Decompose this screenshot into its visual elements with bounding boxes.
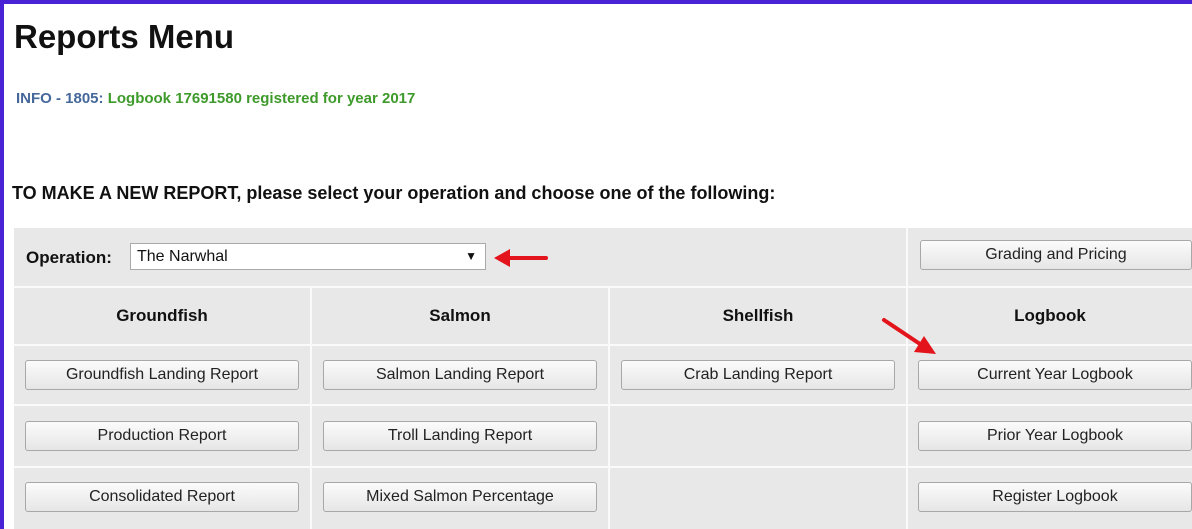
salmon-landing-report-button[interactable]: Salmon Landing Report bbox=[323, 360, 597, 390]
prior-year-logbook-button[interactable]: Prior Year Logbook bbox=[918, 421, 1192, 451]
header-salmon: Salmon bbox=[429, 306, 491, 325]
report-grid: Operation: The Narwhal ▼ Grading and Pri… bbox=[14, 228, 1192, 529]
cell: Groundfish Landing Report bbox=[14, 346, 310, 404]
production-report-button[interactable]: Production Report bbox=[25, 421, 299, 451]
info-text: Logbook 17691580 registered for year 201… bbox=[107, 90, 416, 107]
cell: Mixed Salmon Percentage bbox=[312, 468, 608, 526]
groundfish-landing-report-button[interactable]: Groundfish Landing Report bbox=[25, 360, 299, 390]
page-title: Reports Menu bbox=[14, 18, 235, 55]
current-year-logbook-button[interactable]: Current Year Logbook bbox=[918, 360, 1192, 390]
operation-label: Operation: bbox=[26, 248, 112, 267]
grading-pricing-button[interactable]: Grading and Pricing bbox=[920, 240, 1192, 270]
operation-select[interactable]: The Narwhal ▼ bbox=[130, 243, 486, 270]
header-groundfish: Groundfish bbox=[116, 306, 208, 325]
instruction-text: TO MAKE A NEW REPORT, please select your… bbox=[12, 183, 776, 203]
header-logbook: Logbook bbox=[1014, 306, 1086, 325]
cell: Troll Landing Report bbox=[312, 406, 608, 466]
cell: Consolidated Report bbox=[14, 468, 310, 526]
annotation-arrow-icon bbox=[882, 318, 936, 354]
register-logbook-button[interactable]: Register Logbook bbox=[918, 482, 1192, 512]
cell: Salmon Landing Report bbox=[312, 346, 608, 404]
grading-cell: Grading and Pricing bbox=[920, 240, 1192, 270]
cell: Production Report bbox=[14, 406, 310, 466]
info-code: INFO - 1805: bbox=[16, 90, 104, 107]
crab-landing-report-button[interactable]: Crab Landing Report bbox=[621, 360, 895, 390]
info-message: INFO - 1805: Logbook 17691580 registered… bbox=[16, 90, 415, 107]
cell: Crab Landing Report bbox=[610, 346, 906, 404]
troll-landing-report-button[interactable]: Troll Landing Report bbox=[323, 421, 597, 451]
mixed-salmon-percentage-button[interactable]: Mixed Salmon Percentage bbox=[323, 482, 597, 512]
consolidated-report-button[interactable]: Consolidated Report bbox=[25, 482, 299, 512]
dropdown-arrow-icon: ▼ bbox=[465, 249, 477, 263]
column-divider bbox=[906, 228, 908, 529]
header-shellfish: Shellfish bbox=[722, 306, 794, 325]
annotation-arrow-icon bbox=[494, 249, 548, 267]
cell: Prior Year Logbook bbox=[918, 406, 1192, 466]
cell: Register Logbook bbox=[918, 468, 1192, 526]
cell: Current Year Logbook bbox=[918, 346, 1192, 404]
operation-selected-value: The Narwhal bbox=[137, 247, 228, 265]
